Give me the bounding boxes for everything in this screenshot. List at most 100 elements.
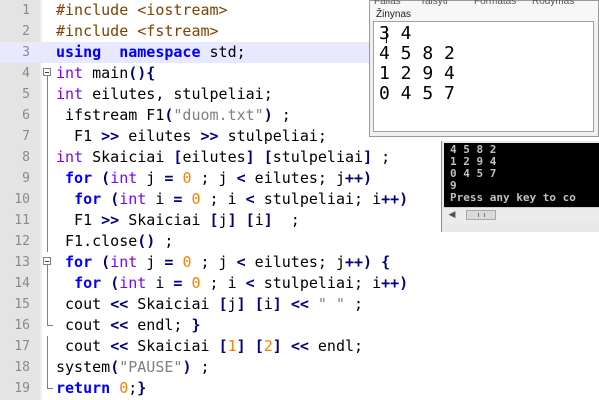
code-token: using (56, 43, 102, 61)
code-token: 0 (191, 190, 201, 208)
code-token: << (110, 337, 129, 355)
code-token: ; (372, 148, 391, 166)
notepad-text-area[interactable]: 3 4 4 5 8 2 1 2 9 4 0 4 5 7 (373, 21, 594, 132)
scrollbar-thumb[interactable] (466, 210, 496, 220)
code-token: 0 (119, 379, 129, 397)
code-token: Skaiciai (128, 337, 219, 355)
code-token: < (236, 253, 246, 271)
code-token: ; i (200, 274, 246, 292)
code-token: for (65, 253, 93, 271)
menu-file[interactable]: Failas (374, 0, 401, 8)
code-token: int (56, 64, 84, 82)
console-window[interactable]: 4 5 8 2 1 2 9 4 0 4 5 7 9 Press any key … (441, 141, 599, 232)
code-token: [ (209, 211, 219, 229)
code-token: return (56, 379, 111, 397)
code-token: int (56, 85, 84, 103)
code-line[interactable]: 19 return 0;} (0, 378, 599, 399)
fold-line (42, 294, 54, 315)
code-token: ] (272, 295, 282, 313)
code-token: cout (56, 316, 111, 334)
line-number: 1 (22, 3, 30, 18)
code-token: ( (101, 253, 111, 271)
line-number: 7 (22, 129, 30, 144)
file-line: 3 4 (379, 23, 412, 44)
code-line[interactable]: 13 for (int j = 0 ; j < eilutes; j++) { (0, 252, 599, 273)
code-token: ; (272, 106, 291, 124)
code-token: } (137, 379, 147, 397)
code-token: Skaiciai (83, 148, 174, 166)
line-number: 13 (14, 255, 30, 270)
code-token: eilutes (119, 127, 201, 145)
menu-format[interactable]: Formatas (474, 0, 516, 8)
code-token: 2 (263, 337, 273, 355)
code-token: } (191, 316, 201, 334)
code-token: for (65, 169, 93, 187)
code-token: ; (191, 358, 210, 376)
code-token: [ (263, 148, 273, 166)
menu-edit[interactable]: Taisyti (420, 0, 448, 8)
code-token: ( (110, 358, 120, 376)
code-token: (){ (128, 64, 156, 82)
code-token: system (56, 358, 111, 376)
menu-view[interactable]: Rodymas (532, 0, 574, 8)
console-output: 4 5 8 2 1 2 9 4 0 4 5 7 9 Press any key … (444, 143, 599, 207)
code-token: ; (155, 232, 174, 250)
code-line[interactable]: 12 F1.close() ; (0, 231, 599, 252)
code-token: ; j (191, 253, 237, 271)
fold-line (42, 147, 54, 168)
code-token: ) (263, 106, 273, 124)
menu-bar: Failas Taisyti Formatas Rodymas Žinynas (370, 0, 598, 21)
code-text: #include <fstream> (56, 21, 219, 42)
code-text: int Skaiciai [eilutes] [stulpeliai] ; (56, 147, 390, 168)
line-number: 12 (14, 234, 30, 249)
code-token: ; j (191, 169, 237, 187)
menu-help[interactable]: Žinynas (376, 9, 411, 21)
code-line[interactable]: 16 cout << endl; } (0, 315, 599, 336)
code-line[interactable]: 18 system("PAUSE") ; (0, 357, 599, 378)
fold-toggle-icon[interactable] (42, 252, 54, 273)
code-line[interactable]: 14 for (int i = 0 ; i < stulpeliai; i++) (0, 273, 599, 294)
line-number: 14 (14, 276, 30, 291)
code-token: j (137, 169, 165, 187)
code-token: eilutes; j (245, 253, 345, 271)
scroll-left-arrow-icon[interactable]: ◀ (444, 208, 460, 223)
code-token: ; (272, 211, 300, 229)
code-text: for (int j = 0 ; j < eilutes; j++) { (56, 252, 390, 273)
fold-toggle-icon[interactable] (42, 63, 54, 84)
fold-line (42, 273, 54, 294)
code-line[interactable]: 15 cout << Skaiciai [j] [i] << " " ; (0, 294, 599, 315)
code-token: endl; (128, 316, 192, 334)
fold-line (42, 378, 54, 399)
code-token: ++) (381, 274, 409, 292)
code-token: eilutes; j (245, 169, 345, 187)
line-number: 9 (22, 171, 30, 186)
code-token: int (56, 148, 84, 166)
code-line[interactable]: 17 cout << Skaiciai [1] [2] << endl; (0, 336, 599, 357)
code-token: F1 (56, 211, 102, 229)
line-number: 3 (22, 45, 30, 60)
code-text: cout << endl; } (56, 315, 201, 336)
code-token: ] (272, 337, 282, 355)
line-number: 10 (14, 192, 30, 207)
code-token: ++) (345, 169, 373, 187)
code-token: i (146, 274, 174, 292)
code-token: ] (245, 148, 255, 166)
code-token: eilutes (182, 148, 246, 166)
fold-line (42, 126, 54, 147)
code-token: i (263, 295, 273, 313)
horizontal-scrollbar[interactable]: ◀ (444, 207, 599, 223)
code-token: "PAUSE" (119, 358, 183, 376)
file-line: 4 5 8 2 (379, 43, 455, 64)
code-token: ++) (381, 190, 409, 208)
notepad-window[interactable]: Failas Taisyti Formatas Rodymas Žinynas … (369, 0, 599, 137)
code-token: >> (101, 127, 120, 145)
code-token: namespace (119, 43, 201, 61)
code-token: stulpeliai; (218, 127, 327, 145)
code-token: #include <fstream> (56, 22, 219, 40)
code-text: cout << Skaiciai [1] [2] << endl; (56, 336, 363, 357)
